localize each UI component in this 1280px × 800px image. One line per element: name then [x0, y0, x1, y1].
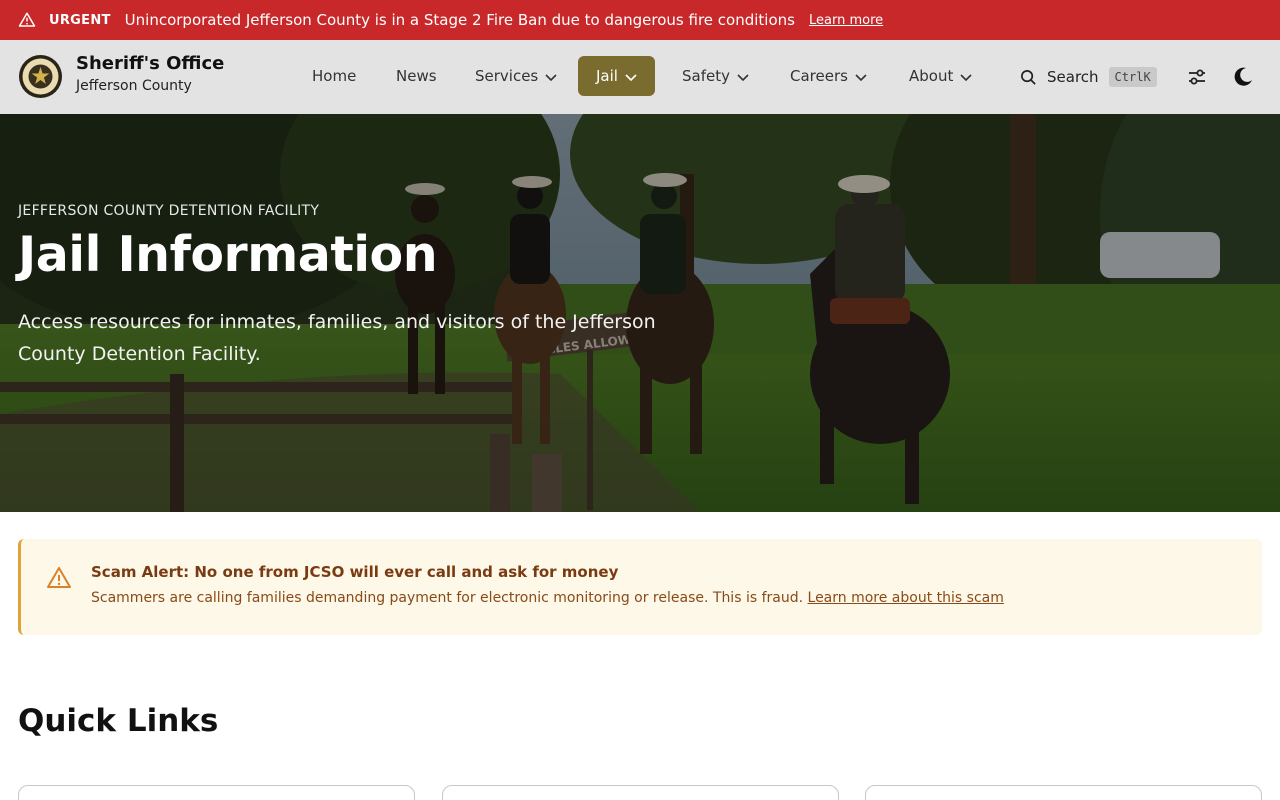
nav-about[interactable]: About	[905, 56, 976, 96]
alert-title: Scam Alert: No one from JCSO will ever c…	[91, 563, 619, 581]
nav-label: News	[396, 67, 437, 85]
sheriff-badge-logo[interactable]	[18, 54, 63, 99]
alert-body: Scammers are calling families demanding …	[91, 590, 1004, 606]
search-button[interactable]: Search CtrlK	[1020, 65, 1157, 89]
warning-icon	[18, 12, 36, 27]
hero-eyebrow: JEFFERSON COUNTY DETENTION FACILITY	[18, 203, 320, 219]
urgent-tag: URGENT	[49, 12, 111, 28]
brand-title[interactable]: Sheriff's Office	[76, 53, 224, 74]
search-label: Search	[1047, 68, 1099, 86]
nav-label: About	[909, 67, 954, 85]
search-shortcut-badge: CtrlK	[1108, 67, 1157, 87]
alert-learn-more-link[interactable]: Learn more about this scam	[808, 590, 1004, 606]
quick-link-card[interactable]	[18, 785, 415, 800]
site-header: Sheriff's Office Jefferson County Home N…	[0, 40, 1280, 114]
alert-text: Scammers are calling families demanding …	[91, 590, 804, 606]
dark-mode-moon-icon[interactable]	[1231, 65, 1255, 89]
quick-links-heading: Quick Links	[18, 703, 219, 739]
nav-label: Careers	[790, 67, 848, 85]
brand-subtitle: Jefferson County	[76, 78, 192, 94]
urgent-banner: URGENT Unincorporated Jefferson County i…	[0, 0, 1280, 40]
settings-sliders-icon[interactable]	[1185, 65, 1209, 89]
nav-services[interactable]: Services	[471, 56, 561, 96]
chevron-down-icon	[625, 73, 637, 81]
nav-label: Safety	[682, 67, 730, 85]
chevron-down-icon	[737, 73, 749, 81]
scam-alert: Scam Alert: No one from JCSO will ever c…	[18, 539, 1262, 635]
nav-news[interactable]: News	[392, 56, 441, 96]
search-icon	[1021, 69, 1036, 85]
urgent-learn-more-link[interactable]: Learn more	[809, 13, 883, 28]
nav-label: Home	[312, 67, 357, 85]
nav-careers[interactable]: Careers	[786, 56, 871, 96]
warning-icon	[47, 567, 71, 588]
nav-label: Services	[475, 67, 539, 85]
nav-jail[interactable]: Jail	[578, 56, 655, 96]
hero-description: Access resources for inmates, families, …	[18, 311, 656, 365]
nav-label: Jail	[596, 67, 618, 85]
chevron-down-icon	[960, 73, 972, 81]
quick-link-card[interactable]	[865, 785, 1262, 800]
page-title: Jail Information	[18, 226, 438, 283]
urgent-message: Unincorporated Jefferson County is in a …	[124, 11, 795, 29]
nav-safety[interactable]: Safety	[678, 56, 753, 96]
nav-home[interactable]: Home	[308, 56, 360, 96]
hero-section: VEHICLES ALLOWED JEFFERSON COUNTY DETENT…	[0, 114, 1280, 512]
chevron-down-icon	[545, 73, 557, 81]
quick-link-card[interactable]	[442, 785, 839, 800]
chevron-down-icon	[855, 73, 867, 81]
